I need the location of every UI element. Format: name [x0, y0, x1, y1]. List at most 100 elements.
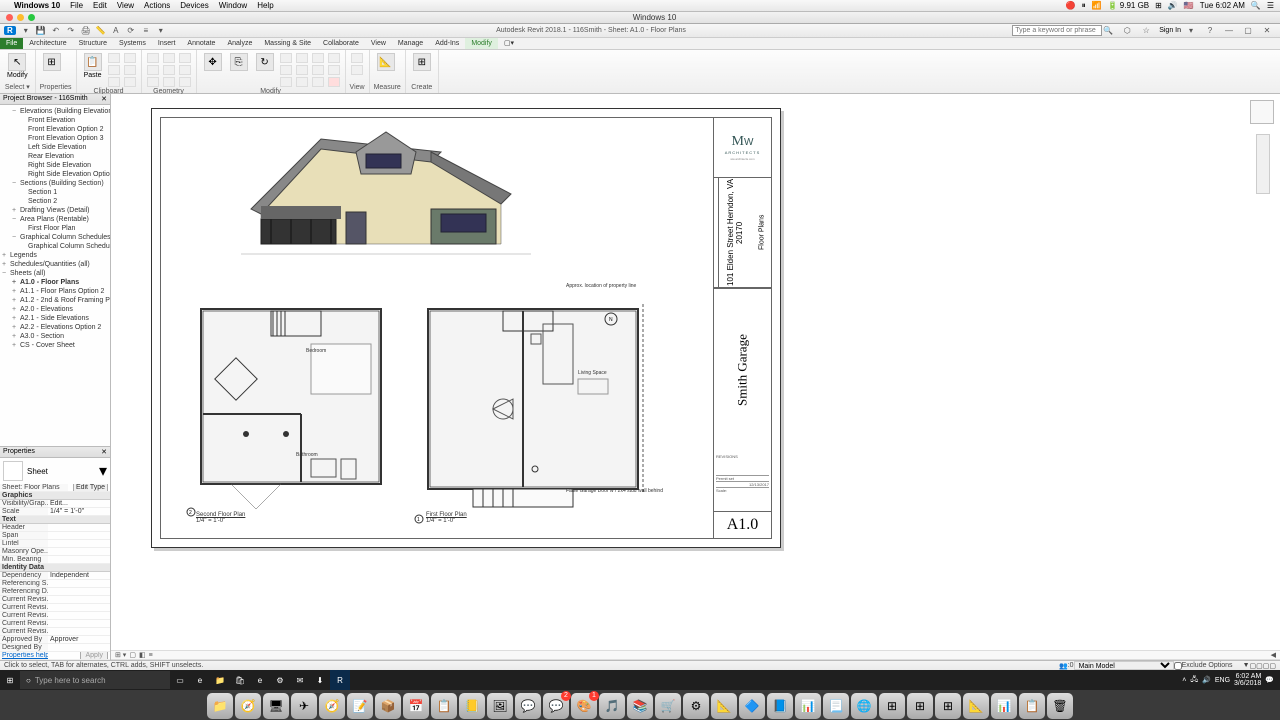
modify-btn[interactable]	[280, 53, 292, 63]
tray-up-icon[interactable]: ˄	[1182, 677, 1186, 684]
tree-node[interactable]: Front Elevation Option 2	[2, 125, 108, 134]
property-row[interactable]: Current Revisi...	[0, 596, 110, 604]
favorites-icon[interactable]: ☆	[1140, 25, 1152, 37]
traffic-close-icon[interactable]	[6, 14, 13, 21]
menubar-right-8[interactable]: 🔍	[1251, 1, 1261, 10]
subscription-icon[interactable]: ⬡	[1121, 25, 1133, 37]
menubar-right-7[interactable]: Tue 6:02 AM	[1200, 1, 1245, 10]
tree-node[interactable]: +A1.0 - Floor Plans	[2, 278, 108, 287]
win-close-icon[interactable]: ✕	[1261, 25, 1273, 37]
tree-node[interactable]: −Area Plans (Rentable)	[2, 215, 108, 224]
tree-node[interactable]: +Drafting Views (Detail)	[2, 206, 108, 215]
tree-node[interactable]: +CS - Cover Sheet	[2, 341, 108, 350]
tab-collaborate[interactable]: Collaborate	[317, 38, 365, 49]
tree-node[interactable]: +A2.2 - Elevations Option 2	[2, 323, 108, 332]
signin-label[interactable]: Sign In	[1159, 27, 1181, 34]
properties-help-link[interactable]: Properties help	[0, 652, 48, 659]
qat-sync-icon[interactable]: ⟳	[125, 25, 137, 37]
tab-structure[interactable]: Structure	[73, 38, 113, 49]
geometry-btn[interactable]	[163, 77, 175, 87]
dock-icon[interactable]: 📊	[795, 693, 821, 719]
view-control-bar[interactable]: ⊞ ▾ ▢ ◧ ≡ ◀	[111, 650, 1280, 660]
taskbar-edge-icon[interactable]: e	[190, 670, 210, 690]
qat-text-icon[interactable]: A	[110, 25, 122, 37]
modify-btn[interactable]	[328, 65, 340, 75]
property-row[interactable]: Current Revisi...	[0, 604, 110, 612]
dock-icon[interactable]: ⊞	[879, 693, 905, 719]
edit-type-button[interactable]: Edit Type	[73, 484, 108, 491]
taskbar-store-icon[interactable]: 🛍	[230, 670, 250, 690]
tree-node[interactable]: Section 2	[2, 197, 108, 206]
dock-icon[interactable]: ✈	[291, 693, 317, 719]
paste-button[interactable]: 📋Paste	[81, 52, 105, 80]
match-button[interactable]	[108, 77, 120, 87]
tree-node[interactable]: Left Side Elevation	[2, 143, 108, 152]
filter-icon[interactable]: ▼	[1243, 662, 1250, 669]
menubar-right-6[interactable]: 🇺🇸	[1184, 1, 1194, 10]
tree-node[interactable]: Rear Elevation	[2, 152, 108, 161]
join-button[interactable]	[147, 77, 159, 87]
property-row[interactable]: Span	[0, 532, 110, 540]
property-row[interactable]: Header	[0, 524, 110, 532]
mac-menu-window[interactable]: Window	[219, 1, 247, 10]
geometry-btn[interactable]	[179, 65, 191, 75]
menubar-right-3[interactable]: 🔋 9.91 GB	[1108, 1, 1150, 10]
help-icon[interactable]: ?	[1204, 25, 1216, 37]
dock-icon[interactable]: 🔷	[739, 693, 765, 719]
tree-node[interactable]: Front Elevation	[2, 116, 108, 125]
tab-view[interactable]: View	[365, 38, 392, 49]
modify-btn[interactable]	[328, 53, 340, 63]
win-min-icon[interactable]: —	[1223, 25, 1235, 37]
create-button[interactable]: ⊞	[410, 52, 434, 72]
menubar-right-2[interactable]: 📶	[1092, 1, 1102, 10]
tab-annotate[interactable]: Annotate	[181, 38, 221, 49]
tree-node[interactable]: +A2.0 - Elevations	[2, 305, 108, 314]
vc-icon[interactable]: ≡	[149, 652, 153, 659]
property-row[interactable]: Lintel	[0, 540, 110, 548]
tab-overflow-icon[interactable]: ▢▾	[498, 38, 520, 49]
qat-print-icon[interactable]: 🖨	[80, 25, 92, 37]
cope-button[interactable]	[147, 53, 159, 63]
tray-vol-icon[interactable]: 🔊	[1202, 676, 1211, 684]
tree-node[interactable]: +Legends	[2, 251, 108, 260]
property-row[interactable]: Designed By	[0, 644, 110, 652]
qat-redo-icon[interactable]: ↷	[65, 25, 77, 37]
property-row[interactable]: Referencing D...	[0, 588, 110, 596]
vc-icon[interactable]: ▢	[129, 651, 136, 659]
dock-icon[interactable]: 🧭	[319, 693, 345, 719]
dock-icon[interactable]: 🖼	[487, 693, 513, 719]
action-center-icon[interactable]: 💬	[1265, 676, 1274, 684]
dock-icon[interactable]: 📚	[627, 693, 653, 719]
property-row[interactable]: Visibility/Grap...Edit...	[0, 500, 110, 508]
tree-node[interactable]: +A3.0 - Section	[2, 332, 108, 341]
rotate-button[interactable]: ↻	[253, 52, 277, 72]
property-row[interactable]: Approved ByApprover	[0, 636, 110, 644]
dock-icon[interactable]: 🎵	[599, 693, 625, 719]
cut-button[interactable]	[108, 53, 120, 63]
system-tray[interactable]: ˄ 🖧 🔊 ENG 6:02 AM 3/6/2018 💬	[1176, 673, 1280, 687]
view-btn[interactable]	[351, 65, 363, 75]
move-button[interactable]: ✥	[201, 52, 225, 72]
menubar-right-1[interactable]: ⏸	[1082, 1, 1086, 11]
property-row[interactable]: Scale1/4" = 1'-0"	[0, 508, 110, 516]
modify-button[interactable]: ↖Modify	[4, 52, 31, 80]
revit-logo-icon[interactable]: R	[4, 26, 16, 35]
qat-thin-icon[interactable]: ≡	[140, 25, 152, 37]
dock-icon[interactable]: 📃	[823, 693, 849, 719]
modify-btn[interactable]	[312, 77, 324, 87]
tab-systems[interactable]: Systems	[113, 38, 152, 49]
geometry-btn[interactable]	[163, 53, 175, 63]
revit-search-input[interactable]	[1012, 25, 1102, 36]
dock-icon[interactable]: 📒	[459, 693, 485, 719]
task-view-icon[interactable]: ▭	[170, 670, 190, 690]
tray-net-icon[interactable]: 🖧	[1190, 675, 1198, 686]
exclude-options-checkbox[interactable]	[1174, 662, 1182, 670]
design-options-select[interactable]: Main Model	[1074, 661, 1174, 670]
qat-open-icon[interactable]: ▾	[20, 25, 32, 37]
view-btn[interactable]	[351, 53, 363, 63]
tree-node[interactable]: Graphical Column Schedu	[2, 242, 108, 251]
tab-manage[interactable]: Manage	[392, 38, 429, 49]
dock-icon[interactable]: ⊞	[935, 693, 961, 719]
tray-lang[interactable]: ENG	[1215, 677, 1230, 684]
qat-save-icon[interactable]: 💾	[35, 25, 47, 37]
